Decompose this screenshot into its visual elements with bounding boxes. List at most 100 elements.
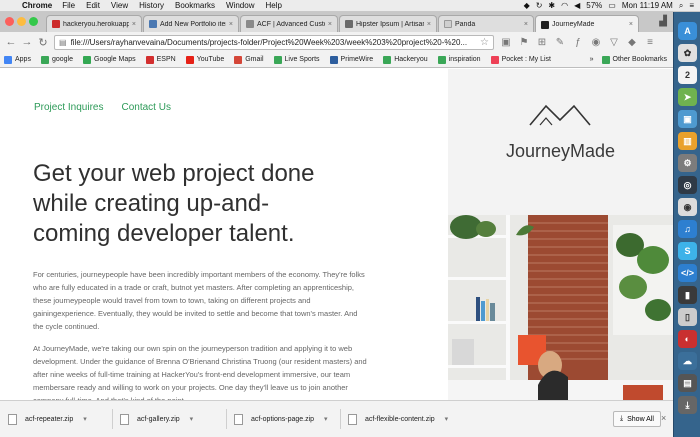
bookmark-gmail[interactable]: Gmail [234, 55, 264, 64]
chevron-down-icon[interactable]: ▾ [190, 415, 194, 423]
photos-icon[interactable]: ✿ [678, 44, 697, 62]
close-icon[interactable]: × [629, 21, 633, 28]
extension-eye-icon[interactable]: ◉ [590, 36, 602, 48]
extension-frame-icon[interactable]: ⊞ [536, 36, 548, 48]
safari-icon[interactable]: ◎ [678, 176, 697, 194]
maps-icon[interactable]: ➤ [678, 88, 697, 106]
notification-center-icon[interactable]: ≡ [689, 1, 694, 10]
bookmark-google-maps[interactable]: Google Maps [83, 55, 136, 64]
menu-bookmarks[interactable]: Bookmarks [175, 1, 215, 10]
sync-icon[interactable]: ↻ [536, 1, 543, 10]
bookmark-espn[interactable]: ESPN [145, 55, 176, 64]
close-icon[interactable]: × [229, 21, 233, 28]
preview-icon[interactable]: ▣ [678, 110, 697, 128]
menu-edit[interactable]: Edit [86, 1, 100, 10]
app-store-icon[interactable]: A [678, 22, 697, 40]
minimize-window-button[interactable] [17, 17, 26, 26]
extension-font-icon[interactable]: ƒ [572, 36, 584, 48]
url-text[interactable]: file:///Users/rayhanvevaina/Documents/pr… [71, 38, 468, 47]
menu-window[interactable]: Window [226, 1, 254, 10]
extension-flag-icon[interactable]: ⚑ [518, 36, 530, 48]
extension-pocket-icon[interactable]: ▽ [608, 36, 620, 48]
code-editor-icon[interactable]: </> [678, 264, 697, 282]
cloud-app-icon[interactable]: ☁ [678, 352, 697, 370]
menu-help[interactable]: Help [265, 1, 281, 10]
battery-icon[interactable]: ▭ [608, 1, 616, 10]
bookmark-other[interactable]: Other Bookmarks [601, 55, 667, 64]
extension-ghost-icon[interactable]: ◆ [626, 36, 638, 48]
bookmarks-overflow: » Other Bookmarks [590, 55, 673, 64]
downloads-stack-icon[interactable]: ⤓ [678, 396, 697, 414]
bookmark-inspiration[interactable]: inspiration [437, 55, 481, 64]
bookmark-google[interactable]: google [40, 55, 73, 64]
journeymade-logo-icon [529, 104, 591, 126]
calendar-icon[interactable]: 2 [678, 66, 697, 84]
bookmark-youtube[interactable]: YouTube [185, 55, 224, 64]
nav-contact-us[interactable]: Contact Us [121, 102, 170, 113]
close-icon[interactable]: × [524, 21, 528, 28]
tab-panda[interactable]: Panda × [438, 15, 534, 32]
menu-view[interactable]: View [111, 1, 128, 10]
bookmark-star-icon[interactable]: ☆ [480, 37, 489, 48]
back-arrow-icon[interactable]: ← [4, 35, 18, 49]
chevron-down-icon[interactable]: ▾ [445, 415, 449, 423]
close-window-button[interactable] [5, 17, 14, 26]
dropbox-icon[interactable]: ◆ [524, 1, 530, 10]
download-item[interactable]: acf-repeater.zip ▾ [8, 410, 87, 428]
clock[interactable]: Mon 11:19 AM [622, 1, 673, 10]
close-icon[interactable]: × [427, 21, 431, 28]
zoom-window-button[interactable] [29, 17, 38, 26]
volume-icon[interactable]: ◀ [574, 1, 580, 10]
menu-hamburger-icon[interactable]: ≡ [644, 36, 656, 48]
show-all-button[interactable]: ⤓ Show All [613, 411, 661, 427]
bookmark-apps[interactable]: Apps [4, 55, 31, 64]
folder-icon [437, 55, 446, 64]
chevron-down-icon[interactable]: ▾ [83, 415, 87, 423]
folder-icon [40, 55, 49, 64]
office-photo [448, 215, 673, 400]
folder-stack-icon[interactable]: ▤ [678, 374, 697, 392]
terminal-icon[interactable]: ▮ [678, 286, 697, 304]
bookmark-live-sports[interactable]: Live Sports [273, 55, 320, 64]
battery-percent[interactable]: 57% [586, 1, 602, 10]
tab-hipster-ipsum[interactable]: Hipster Ipsum | Artisan × [339, 15, 437, 32]
close-icon[interactable]: × [328, 21, 332, 28]
extension-clipper-icon[interactable]: ▣ [500, 36, 512, 48]
reload-icon[interactable]: ↻ [36, 35, 50, 49]
close-icon[interactable]: × [661, 413, 666, 423]
bookmark-pocket[interactable]: Pocket : My List [490, 55, 551, 64]
extension-wrench-icon[interactable]: ✎ [554, 36, 566, 48]
git-app-icon[interactable]: ◐ [678, 330, 697, 348]
download-item[interactable]: acf-options-page.zip ▾ [234, 410, 328, 428]
download-item[interactable]: acf-flexible-content.zip ▾ [348, 410, 448, 428]
tab-add-new-portfolio[interactable]: Add New Portfolio item × [143, 15, 239, 32]
nav-project-inquires[interactable]: Project Inquires [34, 102, 103, 113]
system-preferences-icon[interactable]: ⚙ [678, 154, 697, 172]
chrome-icon[interactable]: ◉ [678, 198, 697, 216]
wifi-icon[interactable]: ◠ [561, 1, 568, 10]
profile-icon[interactable]: ▟ [659, 16, 667, 27]
menu-file[interactable]: File [62, 1, 75, 10]
bookmarks-overflow-chevron[interactable]: » [590, 56, 594, 63]
tab-strip: hackeryou.herokuapp.c × Add New Portfoli… [0, 12, 673, 33]
tab-acf[interactable]: ACF | Advanced Custom × [240, 15, 338, 32]
app-menu[interactable]: Chrome [22, 1, 52, 10]
ibooks-icon[interactable]: ▥ [678, 132, 697, 150]
chevron-down-icon[interactable]: ▾ [324, 415, 328, 423]
itunes-icon[interactable]: ♫ [678, 220, 697, 238]
bluetooth-icon[interactable]: ✱ [548, 1, 555, 10]
download-item[interactable]: acf-gallery.zip ▾ [120, 410, 193, 428]
close-icon[interactable]: × [132, 21, 136, 28]
skype-icon[interactable]: S [678, 242, 697, 260]
search-icon[interactable]: ⌕ [679, 1, 683, 11]
bookmark-hackeryou[interactable]: Hackeryou [383, 55, 428, 64]
bookmark-primewire[interactable]: PrimeWire [329, 55, 373, 64]
tab-favicon-icon [149, 20, 157, 28]
dock: A ✿ 2 ➤ ▣ ▥ ⚙ ◎ ◉ ♫ S </> ▮ ▯ ◐ ☁ ▤ ⤓ [673, 12, 700, 437]
menu-history[interactable]: History [139, 1, 164, 10]
forward-arrow-icon[interactable]: → [20, 35, 34, 49]
address-bar[interactable]: ▤ file:///Users/rayhanvevaina/Documents/… [54, 34, 494, 50]
trash-icon[interactable]: ▯ [678, 308, 697, 326]
tab-journeymade[interactable]: JourneyMade × [535, 15, 639, 33]
tab-hackeryou[interactable]: hackeryou.herokuapp.c × [46, 15, 142, 32]
